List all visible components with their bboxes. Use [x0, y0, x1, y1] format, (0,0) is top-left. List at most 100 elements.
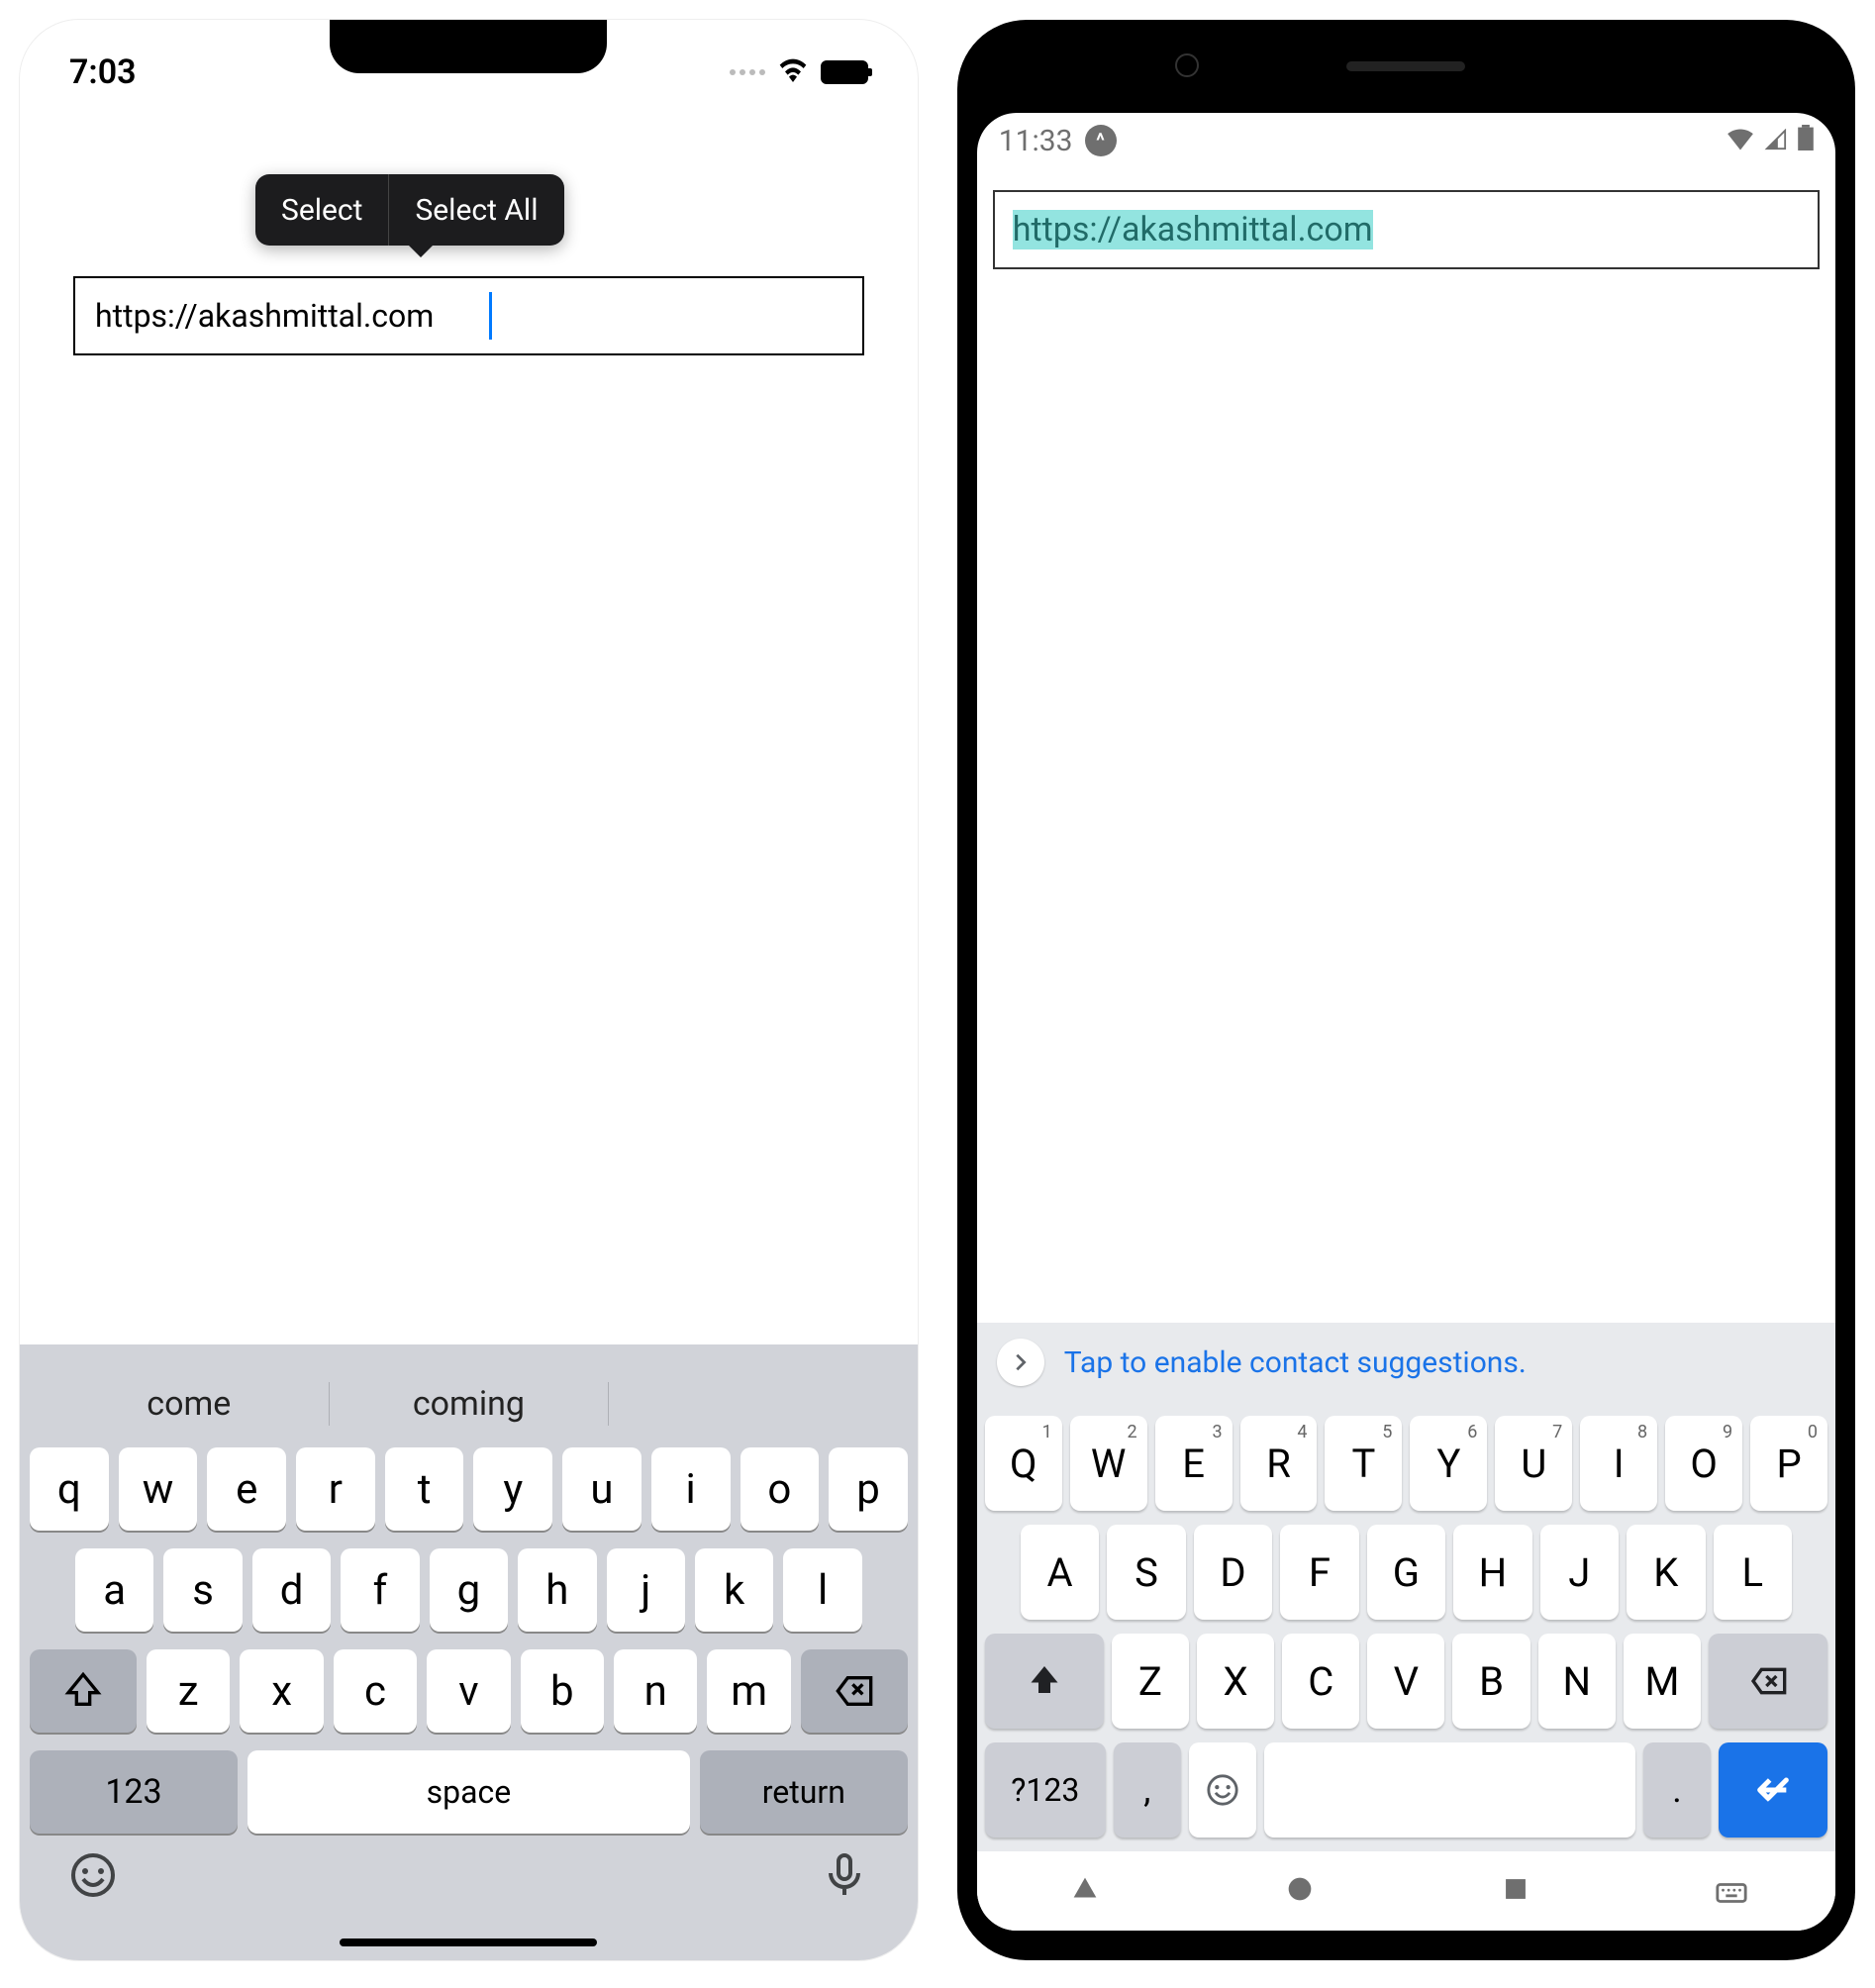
keyboard-suggestion[interactable]: come — [49, 1384, 329, 1424]
key-h[interactable]: H — [1453, 1525, 1531, 1620]
numbers-key[interactable]: 123 — [30, 1750, 238, 1834]
android-phone-mockup: 11:33 ^ https://akashmittal.com Tap to e… — [957, 20, 1855, 1960]
key-i[interactable]: I8 — [1580, 1416, 1657, 1511]
key-x[interactable]: x — [240, 1649, 323, 1733]
key-n[interactable]: N — [1538, 1634, 1616, 1729]
battery-icon — [821, 60, 868, 84]
url-input-wrap — [73, 276, 864, 355]
key-p[interactable]: p — [829, 1447, 908, 1531]
key-u[interactable]: U7 — [1495, 1416, 1572, 1511]
ios-notch — [330, 20, 607, 73]
front-camera — [1175, 53, 1199, 77]
key-w[interactable]: W2 — [1070, 1416, 1147, 1511]
keyboard-suggestion[interactable]: coming — [330, 1384, 609, 1424]
key-z[interactable]: z — [147, 1649, 230, 1733]
key-t[interactable]: t — [385, 1447, 464, 1531]
android-keyboard: Tap to enable contact suggestions. Q1 W2… — [977, 1323, 1835, 1851]
key-x[interactable]: X — [1197, 1634, 1274, 1729]
cellular-dots-icon — [730, 69, 765, 75]
emoji-key-icon[interactable] — [69, 1851, 117, 1903]
key-s[interactable]: s — [163, 1548, 242, 1632]
status-time: 7:03 — [69, 52, 137, 92]
key-k[interactable]: k — [695, 1548, 773, 1632]
key-c[interactable]: c — [334, 1649, 417, 1733]
key-o[interactable]: o — [740, 1447, 820, 1531]
key-e[interactable]: E3 — [1155, 1416, 1233, 1511]
home-indicator[interactable] — [340, 1938, 597, 1946]
comma-key[interactable]: , — [1114, 1742, 1181, 1838]
shift-key[interactable] — [30, 1649, 137, 1733]
key-q[interactable]: Q1 — [985, 1416, 1062, 1511]
expand-suggestions-button[interactable] — [997, 1339, 1044, 1386]
selected-text: https://akashmittal.com — [1013, 210, 1373, 249]
key-a[interactable]: A — [1021, 1525, 1099, 1620]
key-l[interactable]: l — [783, 1548, 861, 1632]
key-p[interactable]: P0 — [1750, 1416, 1827, 1511]
return-key[interactable]: return — [700, 1750, 908, 1834]
key-v[interactable]: V — [1367, 1634, 1444, 1729]
context-select-button[interactable]: Select — [255, 174, 388, 246]
suggestion-hint[interactable]: Tap to enable contact suggestions. — [1064, 1345, 1527, 1380]
key-d[interactable]: d — [252, 1548, 331, 1632]
key-w[interactable]: w — [119, 1447, 198, 1531]
key-i[interactable]: i — [651, 1447, 731, 1531]
key-u[interactable]: u — [562, 1447, 641, 1531]
key-g[interactable]: G — [1367, 1525, 1445, 1620]
numbers-key[interactable]: ?123 — [985, 1742, 1106, 1838]
key-d[interactable]: D — [1194, 1525, 1272, 1620]
app-notification-icon: ^ — [1085, 125, 1117, 156]
key-y[interactable]: y — [473, 1447, 552, 1531]
key-y[interactable]: Y6 — [1410, 1416, 1487, 1511]
url-input[interactable] — [73, 276, 864, 355]
android-status-bar: 11:33 ^ — [977, 113, 1835, 168]
backspace-key[interactable] — [801, 1649, 908, 1733]
key-k[interactable]: K — [1627, 1525, 1705, 1620]
enter-key[interactable] — [1719, 1742, 1827, 1838]
back-button-icon[interactable] — [1068, 1872, 1102, 1910]
ios-phone-mockup: 7:03 Select Select All come coming q — [20, 20, 918, 1960]
url-input[interactable]: https://akashmittal.com — [993, 190, 1820, 269]
key-b[interactable]: B — [1452, 1634, 1530, 1729]
key-r[interactable]: R4 — [1240, 1416, 1318, 1511]
space-key[interactable]: space — [247, 1750, 690, 1834]
key-o[interactable]: O9 — [1665, 1416, 1742, 1511]
text-context-menu: Select Select All — [255, 174, 564, 246]
key-t[interactable]: T5 — [1325, 1416, 1402, 1511]
key-j[interactable]: j — [607, 1548, 685, 1632]
key-n[interactable]: n — [614, 1649, 697, 1733]
key-v[interactable]: v — [427, 1649, 510, 1733]
emoji-key[interactable] — [1189, 1742, 1256, 1838]
status-time: 11:33 — [999, 124, 1073, 158]
key-c[interactable]: C — [1282, 1634, 1359, 1729]
home-button-icon[interactable] — [1283, 1872, 1317, 1910]
key-s[interactable]: S — [1107, 1525, 1185, 1620]
wifi-icon — [777, 58, 809, 86]
cellular-icon — [1764, 124, 1788, 158]
space-key[interactable] — [1264, 1742, 1635, 1838]
key-a[interactable]: a — [75, 1548, 153, 1632]
key-m[interactable]: M — [1624, 1634, 1701, 1729]
battery-icon — [1798, 124, 1814, 158]
dictation-key-icon[interactable] — [821, 1851, 868, 1903]
key-z[interactable]: Z — [1112, 1634, 1189, 1729]
key-h[interactable]: h — [518, 1548, 596, 1632]
key-g[interactable]: g — [430, 1548, 508, 1632]
text-cursor — [489, 292, 492, 340]
wifi-icon — [1727, 124, 1754, 158]
keyboard-switch-icon[interactable] — [1715, 1876, 1744, 1906]
key-b[interactable]: b — [521, 1649, 604, 1733]
ios-keyboard: come coming q w e r t y u i o p a s d f … — [20, 1344, 918, 1960]
key-q[interactable]: q — [30, 1447, 109, 1531]
period-key[interactable]: . — [1643, 1742, 1711, 1838]
overview-button-icon[interactable] — [1499, 1872, 1532, 1910]
key-f[interactable]: f — [341, 1548, 419, 1632]
backspace-key[interactable] — [1709, 1634, 1827, 1729]
context-select-all-button[interactable]: Select All — [389, 174, 563, 246]
key-e[interactable]: e — [207, 1447, 286, 1531]
key-f[interactable]: F — [1280, 1525, 1358, 1620]
key-m[interactable]: m — [707, 1649, 790, 1733]
key-l[interactable]: L — [1714, 1525, 1792, 1620]
shift-key[interactable] — [985, 1634, 1104, 1729]
key-j[interactable]: J — [1540, 1525, 1619, 1620]
key-r[interactable]: r — [296, 1447, 375, 1531]
